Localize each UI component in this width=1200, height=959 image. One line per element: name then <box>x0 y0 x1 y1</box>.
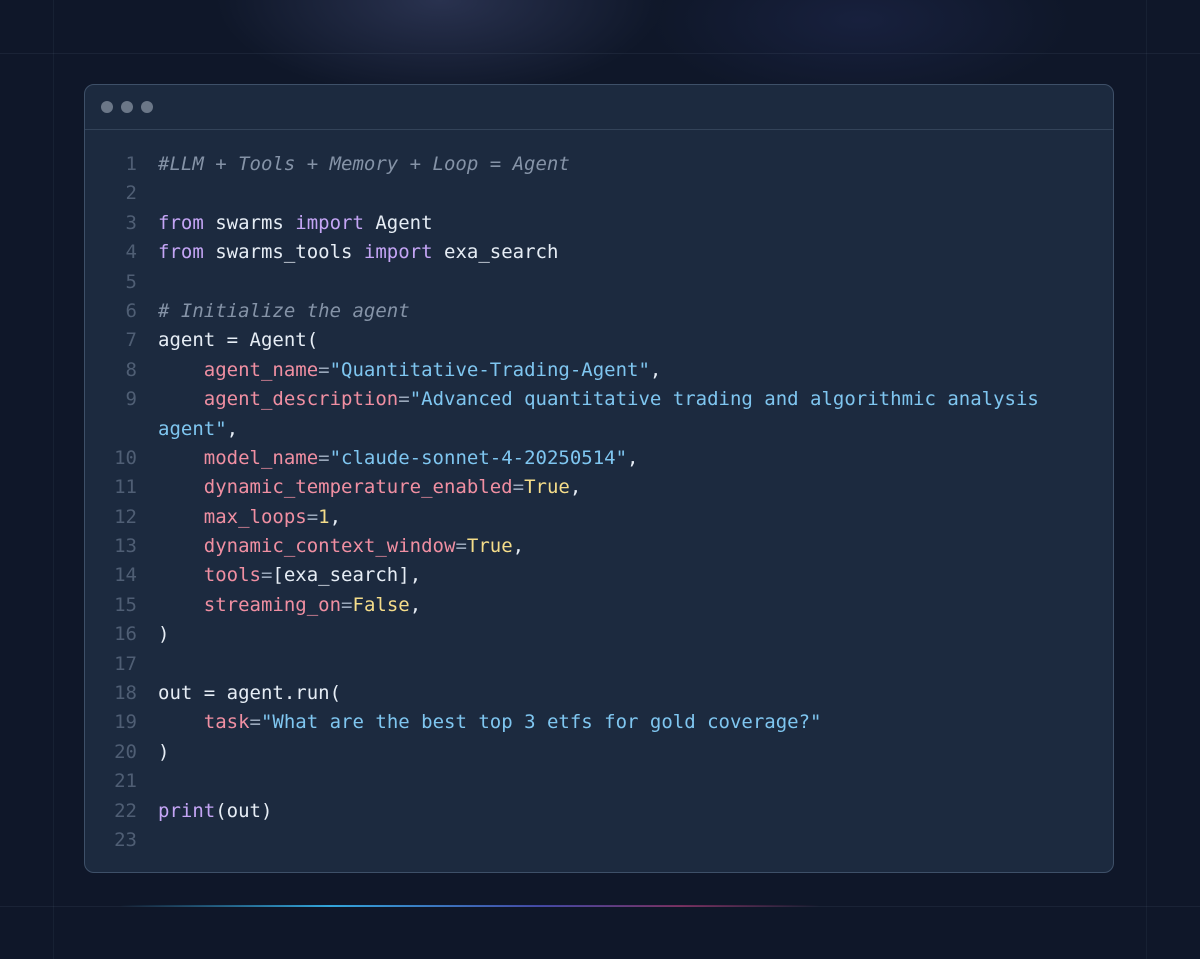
import-name: exa_search <box>432 241 559 264</box>
line-number: 19 <box>114 711 137 734</box>
assignment: agent = Agent( <box>158 329 319 352</box>
line-number: 11 <box>114 476 137 499</box>
code-line: 23 <box>85 826 1113 855</box>
param-name: tools <box>203 564 261 587</box>
minimize-dot-icon[interactable] <box>121 101 133 113</box>
import-statement: from swarms_tools import exa_search <box>137 238 558 267</box>
code-line: 2 <box>85 179 1113 208</box>
param-value: "Advanced quantitative trading and algor… <box>409 388 1039 411</box>
code-line-wrapped: agent", <box>158 417 239 440</box>
line-number: 20 <box>114 740 137 763</box>
param-name: agent_description <box>203 388 399 411</box>
keyword: from <box>158 241 204 264</box>
line-number: 4 <box>125 241 137 264</box>
keyword: import <box>295 211 364 234</box>
code-line: 12 max_loops=1, <box>85 503 1113 532</box>
code-line: 8 agent_name="Quantitative-Trading-Agent… <box>85 356 1113 385</box>
code-line: 13 dynamic_context_window=True, <box>85 532 1113 561</box>
print-call: print(out) <box>137 797 272 826</box>
line-number: 9 <box>125 388 137 411</box>
closing-paren: ) <box>158 623 170 646</box>
code-line: 1 #LLM + Tools + Memory + Loop = Agent <box>85 150 1113 179</box>
code-line: 6 # Initialize the agent <box>85 297 1113 326</box>
close-dot-icon[interactable] <box>101 101 113 113</box>
line-number: 7 <box>125 329 137 352</box>
import-statement: from swarms import Agent <box>137 209 433 238</box>
code-line: 17 <box>85 650 1113 679</box>
param-value: [exa_search] <box>272 564 410 587</box>
window-titlebar <box>85 85 1113 130</box>
line-number: 10 <box>114 446 137 469</box>
code-line: 22 print(out) <box>85 797 1113 826</box>
call-args: (out) <box>215 799 273 822</box>
code-line: 21 <box>85 767 1113 796</box>
param-value-continued: agent" <box>158 417 227 440</box>
module-name: swarms_tools <box>203 241 364 264</box>
guide-line-top <box>0 53 1200 54</box>
comment: #LLM + Tools + Memory + Loop = Agent <box>158 153 570 175</box>
line-number: 17 <box>114 652 137 675</box>
line-number: 12 <box>114 505 137 528</box>
code-editor[interactable]: 1 #LLM + Tools + Memory + Loop = Agent 2… <box>85 150 1113 855</box>
code-line: 19 task="What are the best top 3 etfs fo… <box>85 708 1113 737</box>
param-value: False <box>352 593 410 616</box>
param-name: agent_name <box>203 358 319 381</box>
param-value: "Quantitative-Trading-Agent" <box>329 358 650 381</box>
builtin-function: print <box>158 799 216 822</box>
guide-line-left <box>53 0 54 959</box>
code-window: 1 #LLM + Tools + Memory + Loop = Agent 2… <box>84 84 1114 873</box>
keyword: import <box>363 241 433 264</box>
line-number: 6 <box>125 299 137 322</box>
code-line: 5 <box>85 268 1113 297</box>
param-name: task <box>203 711 250 734</box>
line-number: 8 <box>125 358 137 381</box>
code-line: 15 streaming_on=False, <box>85 591 1113 620</box>
code-line: 3 from swarms import Agent <box>85 209 1113 238</box>
param-name: dynamic_temperature_enabled <box>203 476 513 499</box>
import-name: Agent <box>363 211 433 234</box>
line-number: 23 <box>114 828 137 851</box>
param-name: max_loops <box>203 505 307 528</box>
param-name: streaming_on <box>203 593 342 616</box>
line-number: 3 <box>125 211 137 234</box>
line-number: 15 <box>114 593 137 616</box>
line-number: 21 <box>114 770 137 793</box>
line-number: 16 <box>114 623 137 646</box>
code-line: 9 agent_description="Advanced quantitati… <box>85 385 1113 414</box>
line-number: 1 <box>125 153 137 175</box>
closing-paren: ) <box>158 740 170 763</box>
code-line: 20 ) <box>85 738 1113 767</box>
line-number: 22 <box>114 799 137 822</box>
code-line: 4 from swarms_tools import exa_search <box>85 238 1113 267</box>
param-value: True <box>524 476 570 499</box>
param-name: model_name <box>203 446 319 469</box>
maximize-dot-icon[interactable] <box>141 101 153 113</box>
code-line: 14 tools=[exa_search], <box>85 561 1113 590</box>
code-line: 10 model_name="claude-sonnet-4-20250514"… <box>85 444 1113 473</box>
guide-line-right <box>1146 0 1147 959</box>
line-number: 2 <box>125 182 137 205</box>
accent-glow-line <box>120 905 820 907</box>
code-line: 7 agent = Agent( <box>85 326 1113 355</box>
param-value: "claude-sonnet-4-20250514" <box>329 446 628 469</box>
code-line: 16 ) <box>85 620 1113 649</box>
param-value: "What are the best top 3 etfs for gold c… <box>260 711 822 734</box>
code-line: 11 dynamic_temperature_enabled=True, <box>85 473 1113 502</box>
comment: # Initialize the agent <box>158 299 410 322</box>
line-number: 14 <box>114 564 137 587</box>
module-name: swarms <box>203 211 296 234</box>
param-name: dynamic_context_window <box>203 535 456 558</box>
line-number: 5 <box>125 270 137 293</box>
assignment: out = agent.run( <box>158 682 342 705</box>
line-number: 18 <box>114 682 137 705</box>
param-value: 1 <box>318 505 330 528</box>
keyword: from <box>158 211 204 234</box>
param-value: True <box>466 535 513 558</box>
line-number: 13 <box>114 535 137 558</box>
code-line: 18 out = agent.run( <box>85 679 1113 708</box>
